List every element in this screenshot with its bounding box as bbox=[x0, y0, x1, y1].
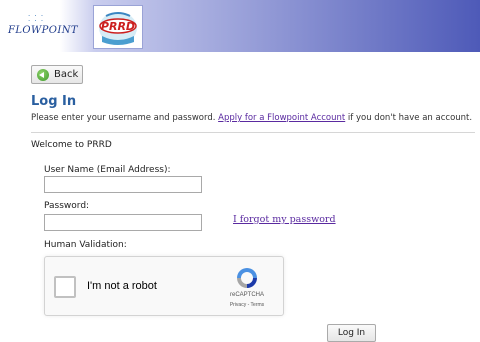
prrd-logo-icon: PRRD bbox=[99, 12, 137, 45]
username-input[interactable] bbox=[44, 176, 202, 193]
recaptcha-widget: I'm not a robot reCAPTCHA Privacy - Term… bbox=[44, 256, 284, 316]
intro-text-before: Please enter your username and password. bbox=[31, 113, 219, 123]
flowpoint-logo: · · · · · · FLOWPOINT bbox=[6, 12, 86, 44]
recaptcha-icon bbox=[237, 268, 257, 288]
recaptcha-privacy-terms[interactable]: Privacy - Terms bbox=[215, 302, 279, 308]
back-arrow-icon bbox=[37, 68, 49, 81]
intro-text: Please enter your username and password.… bbox=[31, 113, 472, 123]
page-title: Log In bbox=[31, 94, 77, 109]
prrd-logo-text: PRRD bbox=[101, 20, 135, 33]
welcome-text: Welcome to PRRD bbox=[31, 140, 112, 150]
human-validation-label: Human Validation: bbox=[44, 240, 127, 250]
back-button-label: Back bbox=[54, 69, 79, 80]
prrd-logo: PRRD bbox=[93, 5, 143, 49]
apply-account-link[interactable]: Apply for a Flowpoint Account bbox=[218, 113, 345, 123]
recaptcha-checkbox[interactable] bbox=[54, 276, 76, 298]
divider bbox=[31, 132, 475, 133]
flowpoint-dots-icon: · · · · · · bbox=[28, 12, 45, 25]
header-banner: · · · · · · FLOWPOINT PRRD bbox=[0, 0, 480, 52]
password-label: Password: bbox=[44, 201, 90, 211]
flowpoint-logo-text: FLOWPOINT bbox=[8, 25, 78, 36]
back-button[interactable]: Back bbox=[31, 65, 83, 84]
intro-text-after: if you don't have an account. bbox=[345, 113, 473, 123]
forgot-password-link[interactable]: I forgot my password bbox=[233, 214, 336, 225]
password-input[interactable] bbox=[44, 214, 202, 231]
recaptcha-label: I'm not a robot bbox=[87, 280, 157, 292]
login-button[interactable]: Log In bbox=[327, 324, 376, 342]
username-label: User Name (Email Address): bbox=[44, 165, 171, 175]
recaptcha-brand: reCAPTCHA bbox=[229, 292, 264, 298]
